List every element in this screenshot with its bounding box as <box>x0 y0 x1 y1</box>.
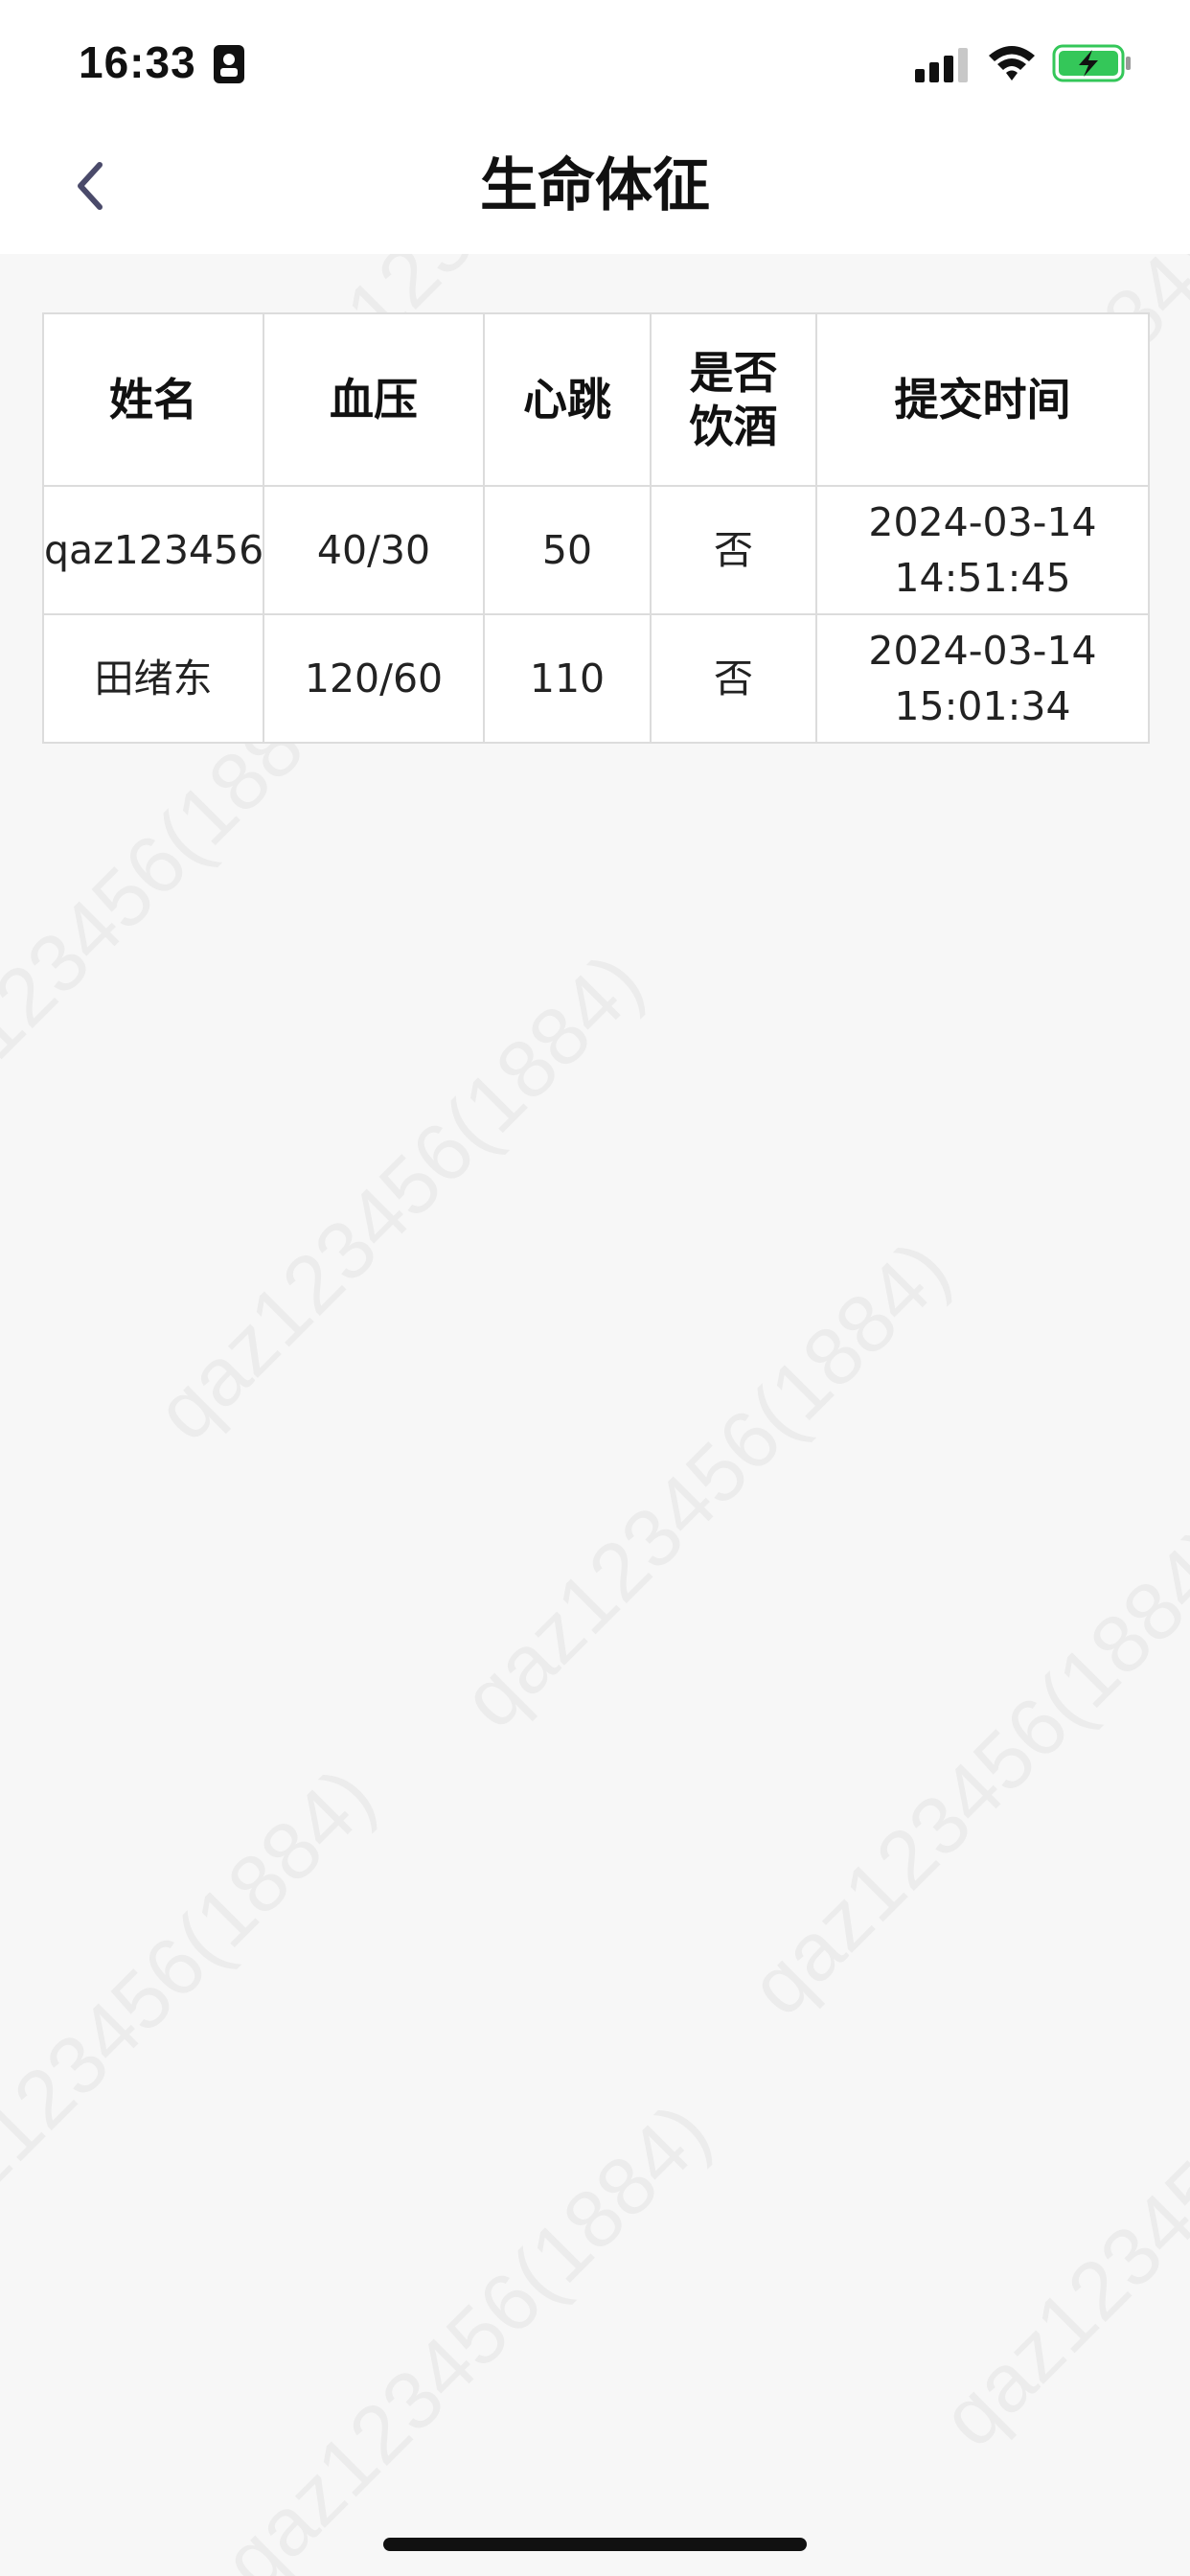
battery-charging-icon <box>1052 44 1131 82</box>
table-row[interactable]: qaz123456 40/30 50 否 2024-03-14 14:51:45 <box>42 485 1150 615</box>
vitals-table-container: 姓名 血压 心跳 是否 饮酒 提交时间 qaz123456 40/30 50 否… <box>42 312 1150 744</box>
watermark-text: qaz123456(1884) <box>205 2085 729 2576</box>
header-drinking: 是否 饮酒 <box>650 312 817 487</box>
cell-drinking: 否 <box>650 485 817 615</box>
cell-name: qaz123456 <box>42 485 264 615</box>
watermark-text: qaz123456(1884) <box>138 935 662 1460</box>
submit-date: 2024-03-14 <box>868 499 1097 545</box>
cell-name: 田绪东 <box>42 613 264 744</box>
home-indicator <box>383 2538 807 2551</box>
badge-icon <box>214 45 244 83</box>
header-submit-time: 提交时间 <box>815 312 1150 487</box>
cell-heartbeat: 50 <box>483 485 652 615</box>
submit-clock: 14:51:45 <box>894 555 1071 601</box>
signal-icon <box>915 48 968 82</box>
cell-heartbeat: 110 <box>483 613 652 744</box>
watermark-text: qaz123456(1884) <box>0 1750 393 2274</box>
table-header-row: 姓名 血压 心跳 是否 饮酒 提交时间 <box>42 312 1150 487</box>
watermark-text: qaz123456(1884) <box>445 1223 969 1747</box>
cell-submit-time: 2024-03-14 14:51:45 <box>815 485 1150 615</box>
cell-blood-pressure: 40/30 <box>263 485 485 615</box>
header-heartbeat: 心跳 <box>483 312 652 487</box>
table-row[interactable]: 田绪东 120/60 110 否 2024-03-14 15:01:34 <box>42 613 1150 744</box>
submit-date: 2024-03-14 <box>868 628 1097 674</box>
header-name: 姓名 <box>42 312 264 487</box>
vitals-table: 姓名 血压 心跳 是否 饮酒 提交时间 qaz123456 40/30 50 否… <box>42 312 1150 744</box>
watermark-text: qaz123456(1884) <box>732 1510 1190 2035</box>
nav-bar: 生命体征 <box>0 125 1190 254</box>
cell-blood-pressure: 120/60 <box>263 613 485 744</box>
cell-submit-time: 2024-03-14 15:01:34 <box>815 613 1150 744</box>
page-title: 生命体征 <box>480 152 710 219</box>
watermark-text: qaz123456(1884) <box>924 1942 1190 2466</box>
status-time: 16:33 <box>79 37 196 87</box>
status-bar: 16:33 <box>0 0 1190 125</box>
wifi-icon <box>989 46 1035 80</box>
submit-clock: 15:01:34 <box>894 683 1071 729</box>
header-blood-pressure: 血压 <box>263 312 485 487</box>
cell-drinking: 否 <box>650 613 817 744</box>
